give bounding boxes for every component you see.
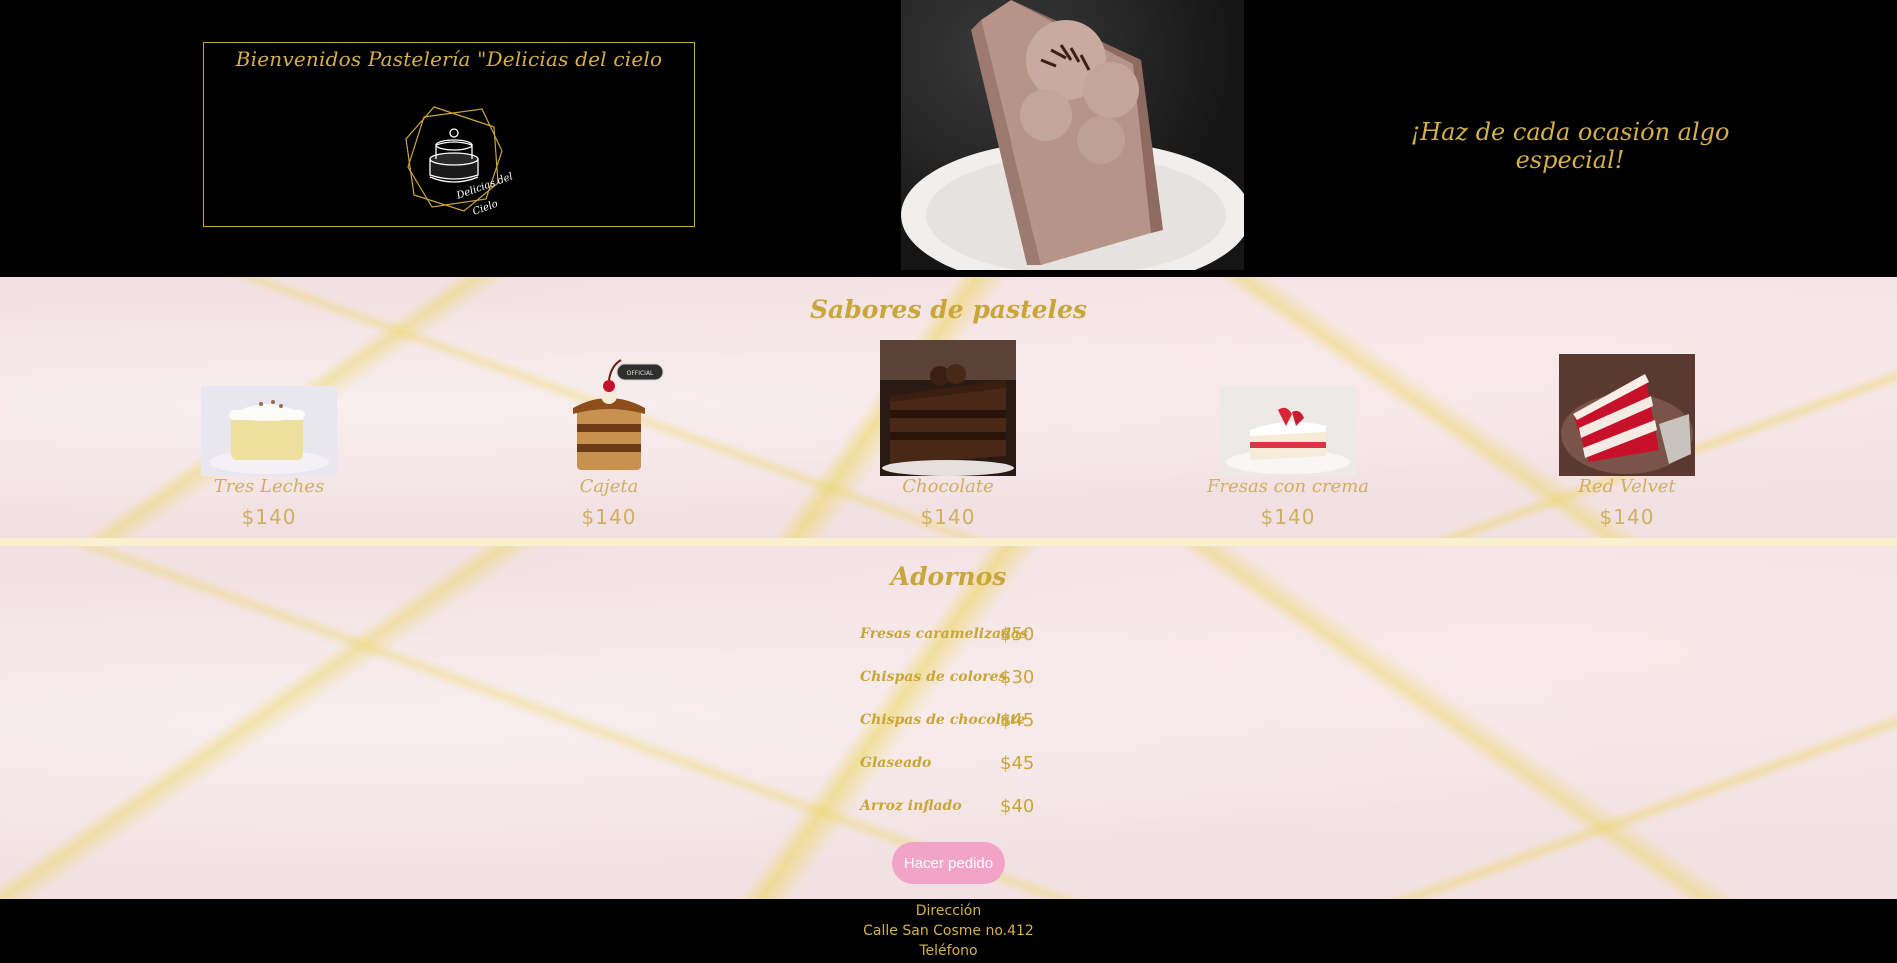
address-label: Dirección — [915, 903, 982, 919]
cake-name: Cajeta — [579, 476, 639, 497]
topping-price: $45 — [1000, 710, 1035, 731]
chocolate-image — [880, 340, 1016, 476]
topping-row: Glaseado $45 — [860, 753, 1060, 798]
cake-price: $140 — [1599, 505, 1655, 529]
topping-price: $45 — [1000, 753, 1035, 774]
red-velvet-image — [1559, 354, 1695, 476]
site-header: Bienvenidos Pastelería "Delicias del cie… — [0, 0, 1897, 277]
topping-price: $40 — [1000, 796, 1035, 817]
topping-price: $30 — [1000, 667, 1035, 688]
cake-card-chocolate[interactable]: Chocolate $140 — [848, 277, 1048, 538]
cajeta-badge: OFFICIAL — [627, 370, 654, 377]
hero-cake-photo — [901, 0, 1244, 270]
topping-name: Arroz inflado — [860, 798, 962, 814]
fresas-con-crema-image — [1220, 386, 1356, 476]
section-divider — [0, 538, 1897, 546]
order-button[interactable]: Hacer pedido — [892, 842, 1005, 884]
cake-price: $140 — [920, 505, 976, 529]
toppings-title: Adornos — [890, 562, 1007, 591]
phone-label: Teléfono — [919, 943, 978, 959]
cake-name: Chocolate — [902, 476, 994, 497]
cake-name: Fresas con crema — [1206, 476, 1370, 497]
cake-card-tres-leches[interactable]: Tres Leches $140 — [169, 277, 369, 538]
topping-row: Chispas de colores $30 — [860, 667, 1060, 712]
cake-card-red-velvet[interactable]: Red Velvet $140 — [1527, 277, 1727, 538]
topping-row: Arroz inflado $40 — [860, 796, 1060, 841]
toppings-list: Fresas caramelizadas $50 Chispas de colo… — [860, 624, 1060, 841]
cajeta-image: OFFICIAL — [573, 359, 664, 470]
welcome-title: Bienvenidos Pastelería "Delicias del cie… — [235, 47, 663, 71]
cake-name: Red Velvet — [1578, 476, 1676, 497]
topping-price: $50 — [1000, 624, 1035, 645]
cake-price: $140 — [581, 505, 637, 529]
topping-row: Fresas caramelizadas $50 — [860, 624, 1060, 669]
toppings-section: Adornos Fresas caramelizadas $50 Chispas… — [0, 546, 1897, 899]
tres-leches-image — [201, 386, 337, 476]
address-value: Calle San Cosme no.412 — [863, 923, 1034, 939]
cake-card-fresas-con-crema[interactable]: Fresas con crema $140 — [1188, 277, 1388, 538]
cake-price: $140 — [241, 505, 297, 529]
site-footer: Dirección Calle San Cosme no.412 Teléfon… — [0, 899, 1897, 963]
topping-row: Chispas de chocolate $45 — [860, 710, 1060, 755]
bakery-logo: Delicias del Cielo — [405, 106, 514, 218]
cake-name: Tres Leches — [213, 476, 325, 497]
cake-card-cajeta[interactable]: OFFICIAL Cajeta $140 — [509, 277, 709, 538]
topping-name: Glaseado — [860, 755, 932, 771]
cake-price: $140 — [1260, 505, 1316, 529]
topping-name: Chispas de colores — [860, 669, 1007, 685]
welcome-box: Bienvenidos Pastelería "Delicias del cie… — [203, 42, 695, 227]
flavors-section: Sabores de pasteles Tres Leches $140 OFF… — [0, 277, 1897, 538]
slogan: ¡Haz de cada ocasión algo especial! — [1410, 118, 1730, 174]
